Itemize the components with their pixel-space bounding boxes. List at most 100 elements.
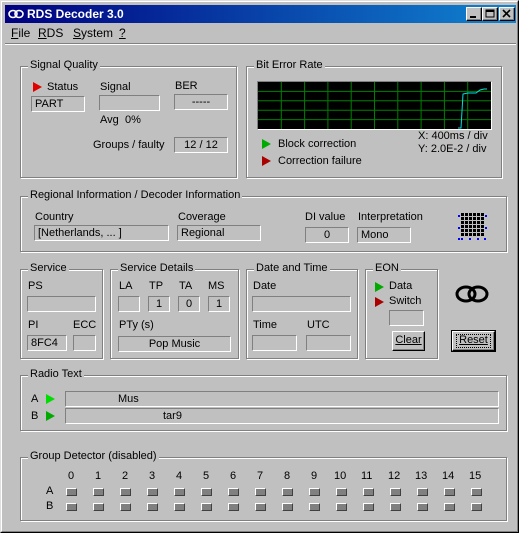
ecc-label: ECC (73, 319, 97, 331)
radio-text-a-icon (46, 394, 55, 404)
group-detector-column-label: 4 (176, 470, 183, 482)
group-detector-led-a (390, 488, 401, 496)
clear-button[interactable]: Clear (392, 331, 425, 351)
radio-text-b-label: B (31, 410, 39, 422)
group-label: Group Detector (disabled) (28, 450, 159, 462)
di-value-label: DI value (305, 211, 346, 223)
ps-label: PS (28, 280, 43, 292)
maximize-button[interactable] (482, 7, 498, 21)
group-detector-led-b (336, 503, 347, 511)
group-label: Bit Error Rate (254, 59, 325, 71)
regional-info-group: Regional Information / Decoder Informati… (20, 189, 507, 252)
ber-graph-canvas (258, 82, 491, 129)
group-detector-led-a (309, 488, 320, 496)
radio-text-a-value: Mus (118, 393, 139, 405)
group-label: EON (373, 262, 401, 274)
group-detector-led-b (282, 503, 293, 511)
interpretation-label: Interpretation (358, 211, 423, 223)
group-detector-led-b (228, 503, 239, 511)
la-label: LA (119, 280, 133, 292)
group-label: Regional Information / Decoder Informati… (28, 189, 243, 201)
clear-button-label: Clear (395, 334, 422, 346)
group-detector-led-b (309, 503, 320, 511)
group-detector-led-b (444, 503, 455, 511)
group-detector-led-a (336, 488, 347, 496)
group-detector-column-label: 0 (68, 470, 75, 482)
group-detector-led-a (255, 488, 266, 496)
eon-data-label: Data (389, 280, 413, 292)
group-detector-led-b (147, 503, 158, 511)
reset-button[interactable]: Reset (451, 330, 496, 352)
ber-graph (257, 81, 492, 130)
pty-field: Pop Music (118, 336, 231, 352)
radio-text-a-field: Mus (65, 391, 499, 407)
group-detector-led-b (174, 503, 185, 511)
group-detector-led-a (120, 488, 131, 496)
group-detector-led-a (201, 488, 212, 496)
radio-text-b-field: tar9 (65, 408, 499, 424)
maximize-icon (485, 9, 495, 18)
correction-failure-label: Correction failure (278, 155, 362, 167)
ps-field (27, 296, 96, 312)
window-title: RDS Decoder 3.0 (27, 7, 124, 21)
menu-file[interactable]: File (11, 26, 30, 40)
la-field (118, 296, 140, 312)
group-label: Date and Time (254, 262, 330, 274)
close-button[interactable] (499, 7, 515, 21)
di-value-field: 0 (305, 227, 349, 243)
signal-label: Signal (100, 81, 131, 93)
decoder-info-icon (458, 213, 487, 240)
ms-field: 1 (208, 296, 230, 312)
group-detector-column-label: 6 (230, 470, 237, 482)
correction-failure-icon (262, 156, 271, 166)
menu-system[interactable]: System (73, 26, 113, 40)
group-detector-column-label: 13 (415, 470, 428, 482)
group-detector-column-label: 10 (334, 470, 347, 482)
group-detector-led-b (363, 503, 374, 511)
y-scale-label: Y: 2.0E-2 / div (418, 143, 487, 155)
ber-label: BER (175, 80, 198, 92)
date-field (252, 296, 351, 312)
group-detector-column-label: 9 (311, 470, 318, 482)
eon-data-icon (375, 282, 384, 292)
pi-label: PI (28, 319, 39, 331)
group-detector-column-label: 2 (122, 470, 129, 482)
group-detector-column-label: 15 (469, 470, 482, 482)
avg-label: Avg (100, 114, 119, 126)
coverage-field: Regional (177, 225, 261, 241)
coverage-label: Coverage (178, 211, 226, 223)
pi-field: 8FC4 (27, 335, 67, 351)
x-scale-label: X: 400ms / div (418, 130, 488, 142)
radio-text-a-label: A (31, 393, 39, 405)
group-detector-column-label: 3 (149, 470, 156, 482)
group-label: Service (28, 262, 69, 274)
group-detector-led-b (255, 503, 266, 511)
eon-switch-field (389, 310, 424, 326)
group-detector-led-a (417, 488, 428, 496)
status-indicator-icon (33, 82, 42, 92)
group-detector-led-b (66, 503, 77, 511)
utc-field (306, 335, 351, 351)
menu-rds[interactable]: RDS (38, 26, 63, 40)
rds-logo-icon (455, 285, 489, 303)
group-detector-led-b (390, 503, 401, 511)
ms-label: MS (208, 280, 225, 292)
group-detector-led-a (147, 488, 158, 496)
signal-field (99, 95, 160, 111)
group-detector-column-label: 8 (284, 470, 291, 482)
group-detector-column-label: 11 (361, 470, 373, 482)
date-label: Date (253, 280, 277, 292)
menu-help[interactable]: ? (119, 26, 126, 40)
radio-text-b-value: tar9 (163, 410, 182, 422)
group-label: Radio Text (28, 368, 84, 380)
country-label: Country (35, 211, 74, 223)
group-detector-led-a (228, 488, 239, 496)
group-detector-led-a (471, 488, 482, 496)
group-detector-led-a (363, 488, 374, 496)
minimize-button[interactable] (466, 7, 482, 21)
group-label: Service Details (118, 262, 196, 274)
group-detector-led-a (282, 488, 293, 496)
title-bar[interactable]: RDS Decoder 3.0 (5, 5, 516, 23)
status-label: Status (47, 81, 79, 93)
group-detector-led-b (93, 503, 104, 511)
